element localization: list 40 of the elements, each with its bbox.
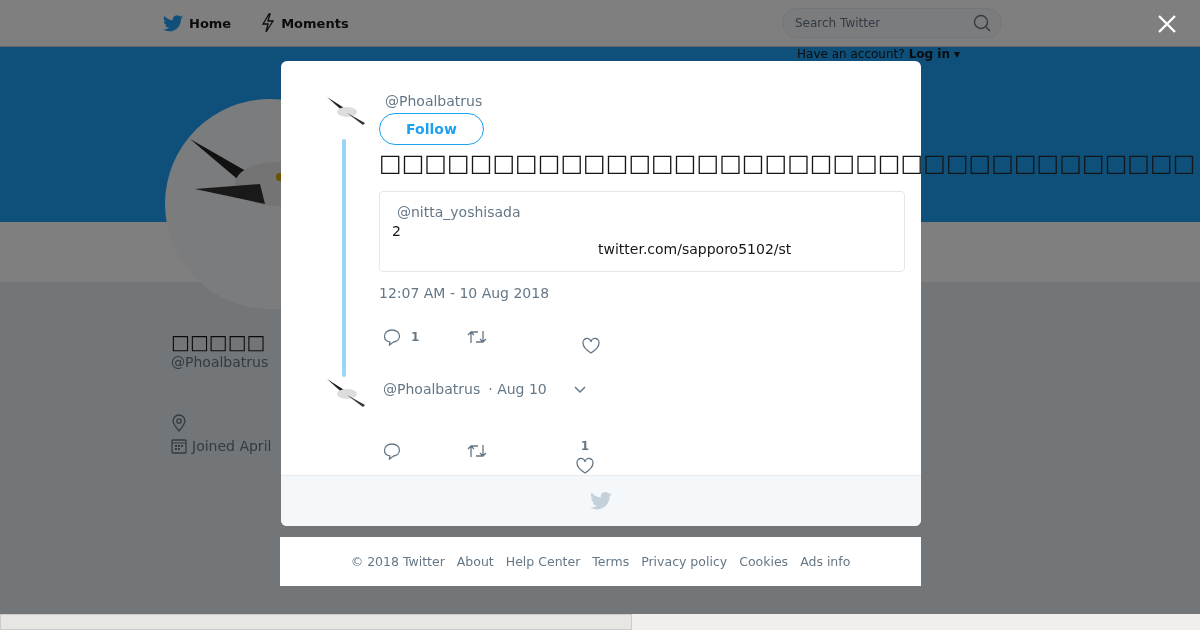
- joined-date: Joined April: [192, 438, 272, 454]
- profile-name: □□□□□: [171, 330, 266, 354]
- tweet-timestamp: 12:07 AM - 10 Aug 2018: [379, 285, 551, 301]
- search-field[interactable]: Search Twitter: [782, 8, 1002, 38]
- footer-link[interactable]: Ads info: [800, 554, 851, 569]
- tweet-date: · Aug 10: [488, 381, 547, 397]
- footer-link[interactable]: Help Center: [505, 554, 581, 569]
- location-icon: [171, 414, 187, 432]
- close-icon[interactable]: [1157, 14, 1177, 34]
- nav-link[interactable]: Home: [163, 13, 232, 33]
- footer-link[interactable]: Privacy policy: [641, 554, 728, 569]
- bird-icon: [590, 492, 612, 510]
- caret-icon[interactable]: [572, 384, 587, 394]
- user-handle[interactable]: @Phoalbatrus: [379, 93, 921, 109]
- login-prompt: Have an account?: [797, 47, 905, 61]
- bird-icon: [163, 14, 183, 32]
- quoted-link[interactable]: twitter.com/sapporo5102/st: [392, 241, 892, 257]
- user-handle[interactable]: @Phoalbatrus: [379, 381, 481, 397]
- follow-button[interactable]: Follow: [379, 113, 484, 145]
- heart-icon[interactable]: [581, 337, 601, 355]
- search-icon: [973, 14, 991, 32]
- footer-link[interactable]: © 2018 Twitter: [350, 554, 445, 569]
- like-count: 1: [580, 439, 590, 453]
- retweet-icon[interactable]: [467, 443, 487, 459]
- footer-link[interactable]: Terms: [592, 554, 630, 569]
- reply-icon[interactable]: [383, 442, 401, 460]
- quoted-text: 2: [392, 223, 402, 239]
- profile-handle: @Phoalbatrus: [171, 354, 269, 370]
- footer-link[interactable]: About: [456, 554, 494, 569]
- horizontal-scrollbar[interactable]: [0, 614, 1200, 630]
- reply-icon[interactable]: [383, 328, 401, 346]
- quoted-handle: @nitta_yoshisada: [396, 204, 522, 220]
- calendar-icon: [171, 438, 187, 454]
- heart-icon[interactable]: [575, 457, 595, 475]
- lightning-icon: [261, 13, 276, 33]
- quoted-tweet[interactable]: @nitta_yoshisada 2 twitter.com/sapporo5102/st: [379, 191, 905, 272]
- reply-count: 1: [411, 330, 420, 344]
- footer-link[interactable]: Cookies: [739, 554, 789, 569]
- retweet-icon[interactable]: [467, 329, 487, 345]
- nav-link[interactable]: Moments: [261, 13, 349, 33]
